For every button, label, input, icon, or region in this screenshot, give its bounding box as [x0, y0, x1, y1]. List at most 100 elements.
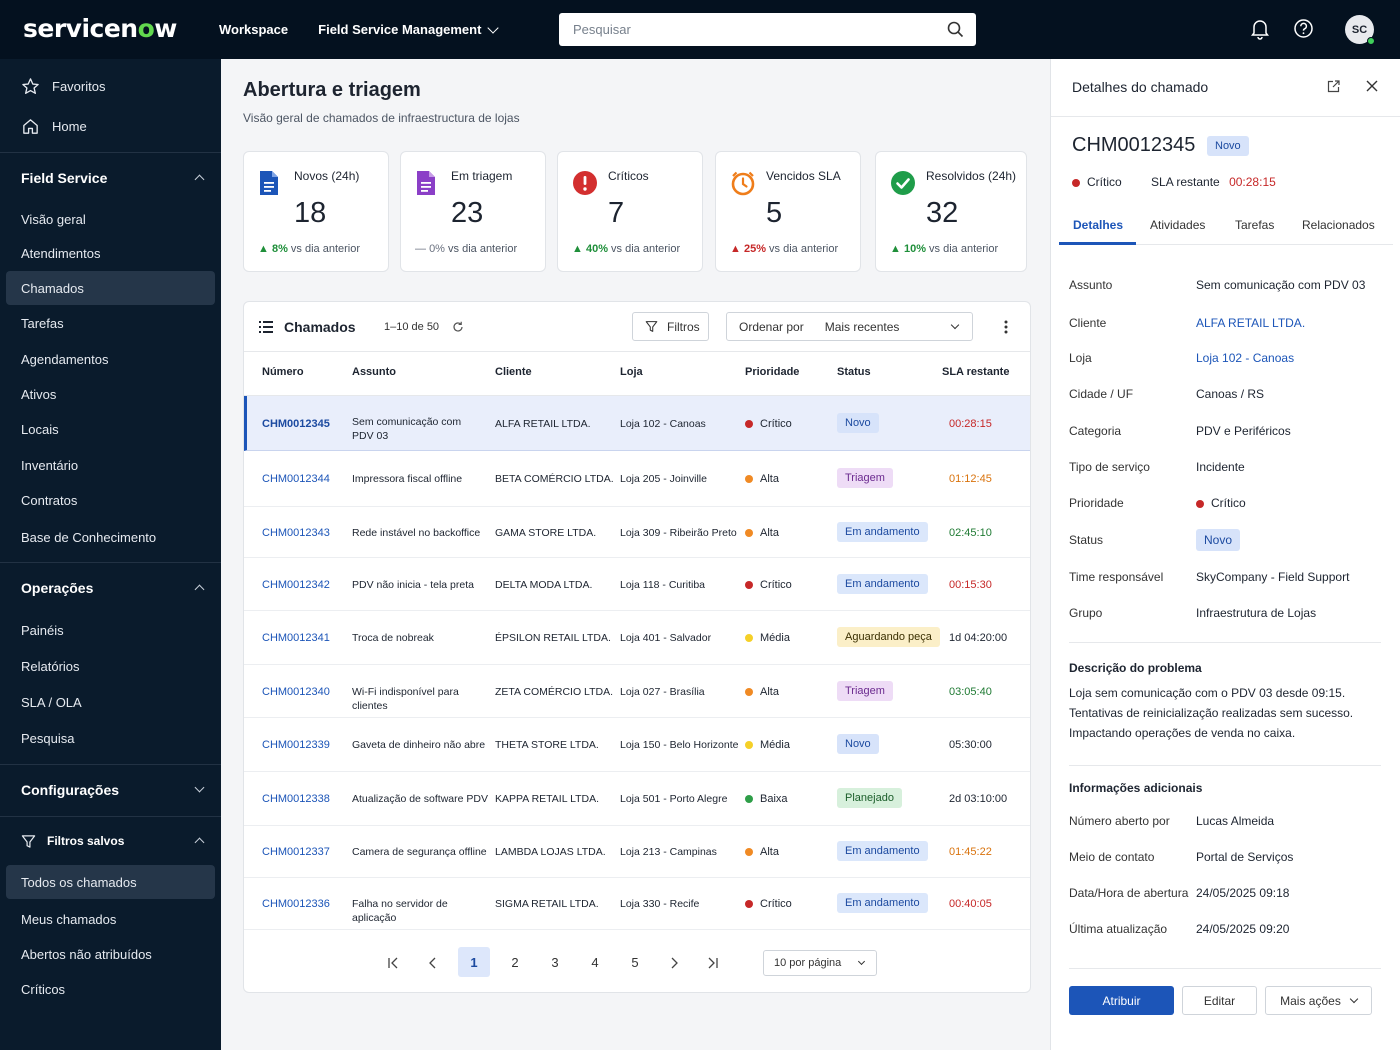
store-cell: Loja 150 - Belo Horizonte: [620, 739, 739, 751]
kpi-card-novos[interactable]: Novos (24h) 18 ▲ 8% vs dia anterior: [243, 151, 389, 272]
ticket-number-link[interactable]: CHM0012342: [262, 578, 330, 592]
ticket-number-link[interactable]: CHM0012345: [262, 417, 330, 431]
sidebar-item-favoritos[interactable]: Favoritos: [0, 69, 221, 103]
table-row[interactable]: CHM0012343 Rede instável no backoffice GAM…: [244, 507, 1030, 558]
ticket-number-link[interactable]: CHM0012341: [262, 631, 330, 645]
table-row[interactable]: CHM0012336 Falha no servidor de aplicação…: [244, 878, 1030, 930]
user-avatar[interactable]: SC: [1345, 15, 1375, 45]
col-status[interactable]: Status: [837, 366, 871, 378]
sidebar-item-meus-chamados[interactable]: Meus chamados: [0, 902, 221, 936]
sidebar-item-todos-chamados[interactable]: Todos os chamados: [6, 865, 215, 899]
sidebar-item-agendamentos[interactable]: Agendamentos: [0, 342, 221, 376]
kpi-card-resolvidos[interactable]: Resolvidos (24h) 32 ▲ 10% vs dia anterio…: [875, 151, 1027, 272]
tab-detalhes[interactable]: Detalhes: [1073, 218, 1123, 232]
sidebar-item-inventario[interactable]: Inventário: [0, 448, 221, 482]
sidebar-section-filtros-salvos[interactable]: Filtros salvos: [0, 824, 221, 858]
ticket-number-link[interactable]: CHM0012336: [262, 897, 330, 911]
sidebar-section-configuracoes[interactable]: Configurações: [0, 773, 221, 807]
search-input[interactable]: [573, 22, 933, 37]
edit-button[interactable]: Editar: [1182, 986, 1257, 1015]
page-2[interactable]: 2: [499, 947, 531, 977]
sidebar-divider: [0, 562, 221, 563]
last-page-icon[interactable]: [707, 957, 719, 969]
info-label: Meio de contato: [1069, 850, 1155, 864]
col-prioridade[interactable]: Prioridade: [745, 366, 799, 378]
page-5[interactable]: 5: [619, 947, 651, 977]
servicenow-logo[interactable]: servicenow: [23, 14, 177, 43]
nav-workspace[interactable]: Workspace: [219, 22, 288, 37]
col-loja[interactable]: Loja: [620, 366, 643, 378]
kpi-card-vencidos-sla[interactable]: Vencidos SLA 5 ▲ 25% vs dia anterior: [715, 151, 861, 272]
ticket-number-link[interactable]: CHM0012338: [262, 792, 330, 806]
sidebar: Favoritos Home Field Service Visão geral…: [0, 59, 221, 1050]
close-icon[interactable]: [1366, 80, 1378, 92]
sidebar-section-operacoes[interactable]: Operações: [0, 571, 221, 605]
store-cell: Loja 213 - Campinas: [620, 846, 717, 858]
kpi-card-criticos[interactable]: Críticos 7 ▲ 40% vs dia anterior: [557, 151, 703, 272]
sidebar-item-visao-geral[interactable]: Visão geral: [0, 202, 221, 236]
sort-select[interactable]: Ordenar por Mais recentes: [726, 312, 973, 341]
more-vertical-icon[interactable]: [1004, 320, 1008, 334]
ticket-number-link[interactable]: CHM0012344: [262, 472, 330, 486]
open-in-new-icon[interactable]: [1327, 80, 1340, 93]
col-assunto[interactable]: Assunto: [352, 366, 396, 378]
table-row[interactable]: CHM0012340 Wi-Fi indisponível para client…: [244, 665, 1030, 718]
sla-cell: 01:12:45: [949, 473, 992, 485]
col-cliente[interactable]: Cliente: [495, 366, 532, 378]
page-4[interactable]: 4: [579, 947, 611, 977]
col-sla-restante[interactable]: SLA restante: [942, 366, 1009, 378]
nav-field-service-management[interactable]: Field Service Management: [318, 21, 500, 37]
first-page-icon[interactable]: [387, 957, 399, 969]
kpi-card-em-triagem[interactable]: Em triagem 23 — 0% vs dia anterior: [400, 151, 546, 272]
field-value: Incidente: [1196, 460, 1245, 474]
more-actions-button[interactable]: Mais ações: [1265, 986, 1372, 1015]
next-page-icon[interactable]: [668, 957, 680, 969]
field-value-link[interactable]: Loja 102 - Canoas: [1196, 351, 1294, 365]
sidebar-item-base-conhecimento[interactable]: Base de Conhecimento: [0, 520, 221, 554]
bell-icon[interactable]: [1250, 18, 1270, 40]
search-icon[interactable]: [947, 21, 964, 38]
refresh-icon[interactable]: [452, 321, 464, 333]
chevron-down-icon: [487, 21, 500, 34]
sidebar-item-pesquisa[interactable]: Pesquisa: [0, 721, 221, 755]
ticket-number-link[interactable]: CHM0012343: [262, 526, 330, 540]
tab-tarefas[interactable]: Tarefas: [1235, 218, 1274, 232]
table-row[interactable]: CHM0012341 Troca de nobreak ÉPSILON RETAIL…: [244, 611, 1030, 665]
page-1[interactable]: 1: [458, 947, 490, 977]
ticket-number-link[interactable]: CHM0012339: [262, 738, 330, 752]
table-row[interactable]: CHM0012342 PDV não inicia - tela preta DEL…: [244, 558, 1030, 611]
store-cell: Loja 401 - Salvador: [620, 632, 712, 644]
sidebar-item-paineis[interactable]: Painéis: [0, 613, 221, 647]
sidebar-item-tarefas[interactable]: Tarefas: [0, 306, 221, 340]
field-value-link[interactable]: ALFA RETAIL LTDA.: [1196, 316, 1305, 330]
tab-relacionados[interactable]: Relacionados: [1302, 218, 1375, 232]
sidebar-item-atendimentos[interactable]: Atendimentos: [0, 236, 221, 270]
per-page-select[interactable]: 10 por página: [763, 950, 877, 976]
ticket-summary-line: Crítico SLA restante 00:28:15: [1072, 175, 1276, 189]
sidebar-item-relatorios[interactable]: Relatórios: [0, 649, 221, 683]
sla-cell: 01:45:22: [949, 846, 992, 858]
sidebar-item-sla-ola[interactable]: SLA / OLA: [0, 685, 221, 719]
sidebar-item-abertos-nao-atribuidos[interactable]: Abertos não atribuídos: [0, 937, 221, 971]
tab-atividades[interactable]: Atividades: [1150, 218, 1205, 232]
table-row[interactable]: CHM0012344 Impressora fiscal offline BETA …: [244, 451, 1030, 507]
table-row[interactable]: CHM0012338 Atualização de software PDV KAP…: [244, 772, 1030, 826]
sidebar-item-contratos[interactable]: Contratos: [0, 483, 221, 517]
sidebar-item-chamados[interactable]: Chamados: [6, 271, 215, 305]
sidebar-section-field-service[interactable]: Field Service: [0, 161, 221, 195]
col-numero[interactable]: Número: [262, 366, 304, 378]
page-3[interactable]: 3: [539, 947, 571, 977]
table-row[interactable]: CHM0012339 Gaveta de dinheiro não abre THE…: [244, 718, 1030, 772]
table-row[interactable]: CHM0012337 Camera de segurança offline LAM…: [244, 826, 1030, 878]
table-row[interactable]: CHM0012345 Sem comunicação com PDV 03 ALFA…: [244, 396, 1030, 451]
assign-button[interactable]: Atribuir: [1069, 986, 1174, 1015]
ticket-number-link[interactable]: CHM0012337: [262, 845, 330, 859]
sidebar-item-ativos[interactable]: Ativos: [0, 377, 221, 411]
sidebar-item-home[interactable]: Home: [0, 109, 221, 143]
sidebar-item-criticos[interactable]: Críticos: [0, 972, 221, 1006]
prev-page-icon[interactable]: [427, 957, 439, 969]
ticket-number-link[interactable]: CHM0012340: [262, 685, 330, 699]
help-icon[interactable]: [1293, 18, 1314, 39]
sidebar-item-locais[interactable]: Locais: [0, 412, 221, 446]
filters-button[interactable]: Filtros: [632, 312, 709, 341]
